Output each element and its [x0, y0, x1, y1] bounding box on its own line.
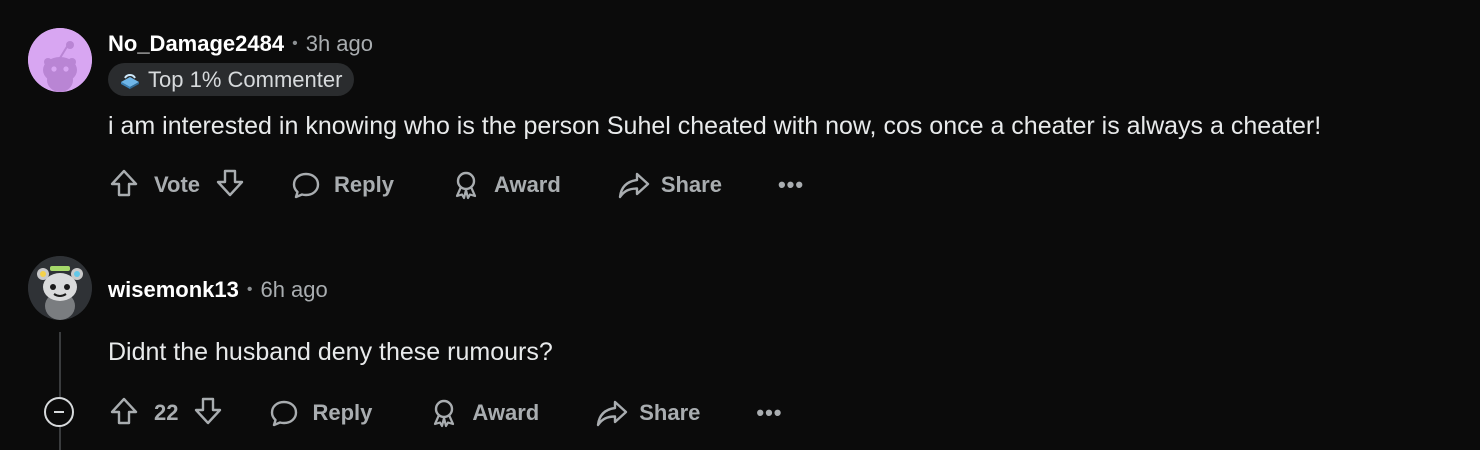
reply-button[interactable]: Reply [268, 397, 372, 429]
share-arrow-icon [595, 397, 629, 429]
comment: No_Damage2484 • 3h ago Top 1% Commenter … [0, 0, 1480, 230]
username[interactable]: No_Damage2484 [108, 31, 284, 57]
upvote-icon[interactable] [108, 167, 140, 204]
award-icon [428, 397, 460, 429]
separator-dot: • [246, 281, 253, 298]
vote-group: Vote [108, 167, 246, 204]
collapse-button[interactable] [44, 397, 74, 427]
comment-actions: 22 Reply Award Share ••• [108, 393, 783, 433]
separator-dot: • [292, 35, 298, 52]
snoo-avatar-icon [28, 28, 92, 92]
downvote-icon[interactable] [192, 395, 224, 432]
comment-actions: Vote Reply Award Share ••• [108, 165, 804, 205]
share-button[interactable]: Share [595, 397, 700, 429]
comment: wisemonk13 • 6h ago Didnt the husband de… [0, 240, 1480, 450]
award-icon [450, 169, 482, 201]
avatar[interactable] [28, 28, 92, 92]
reply-bubble-icon [290, 169, 322, 201]
avatar[interactable] [28, 256, 92, 320]
comment-body: i am interested in knowing who is the pe… [108, 112, 1322, 140]
vote-label: Vote [154, 172, 201, 197]
share-arrow-icon [617, 169, 651, 201]
more-options-button[interactable]: ••• [778, 172, 804, 198]
share-label: Share [639, 400, 701, 425]
reply-bubble-icon [268, 397, 300, 429]
collapse-minus-icon [54, 411, 64, 413]
reply-button[interactable]: Reply [290, 169, 394, 201]
flair-label: Top 1% Commenter [148, 66, 343, 92]
award-label: Award [472, 400, 540, 425]
comment-body: Didnt the husband deny these rumours? [108, 338, 553, 366]
award-button[interactable]: Award [450, 169, 561, 201]
award-label: Award [493, 172, 561, 197]
timestamp[interactable]: 6h ago [260, 277, 327, 303]
upvote-icon[interactable] [108, 395, 140, 432]
user-flair: Top 1% Commenter [108, 63, 355, 96]
more-options-button[interactable]: ••• [756, 400, 782, 426]
thread-line[interactable] [59, 332, 61, 450]
reply-label: Reply [312, 400, 373, 425]
timestamp[interactable]: 3h ago [306, 31, 373, 57]
username[interactable]: wisemonk13 [108, 277, 239, 303]
vote-count: 22 [154, 400, 179, 425]
snoo-avatar-icon [28, 256, 92, 320]
share-button[interactable]: Share [617, 169, 722, 201]
share-label: Share [660, 172, 722, 197]
comment-meta: No_Damage2484 • 3h ago [108, 30, 373, 58]
award-button[interactable]: Award [428, 397, 539, 429]
downvote-icon[interactable] [214, 167, 246, 204]
top-commenter-icon [121, 73, 139, 89]
vote-group: 22 [108, 395, 224, 432]
comment-meta: wisemonk13 • 6h ago [108, 276, 328, 304]
reply-label: Reply [334, 172, 394, 197]
